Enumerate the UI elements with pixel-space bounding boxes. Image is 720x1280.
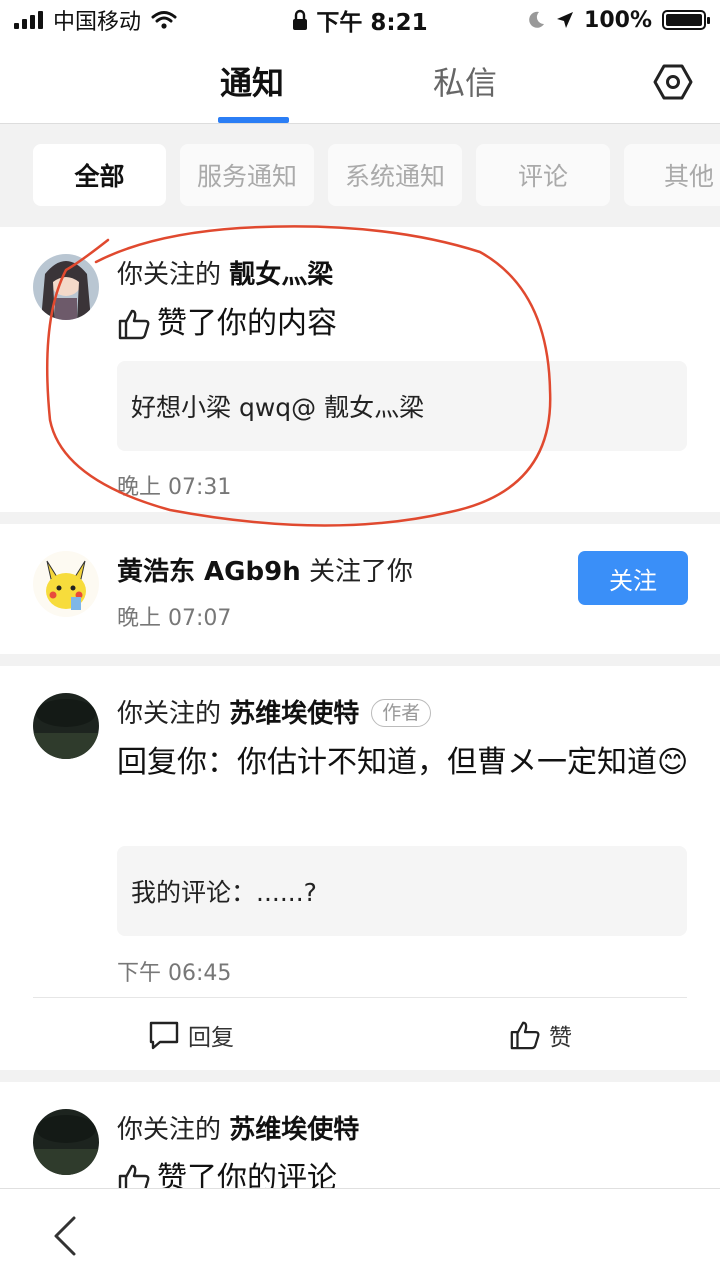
clock: 下午 8:21 [316, 10, 428, 36]
filter-chip-other[interactable]: 其他 [624, 144, 720, 206]
timestamp: 晚上 07:31 [117, 475, 232, 500]
bottom-toolbar [0, 1188, 720, 1280]
thumbs-up-icon [118, 1164, 150, 1188]
action-text: 赞了你的内容 [157, 306, 337, 341]
my-comment-quote[interactable]: 我的评论：......? [117, 846, 687, 936]
avatar[interactable] [33, 693, 99, 759]
lock-icon [293, 9, 308, 30]
smile-emoji-icon: 😊 [657, 745, 689, 780]
thumbs-up-icon [510, 1021, 540, 1050]
notification-title: 黄浩东 AGb9h 关注了你 [117, 551, 413, 588]
prefix-text: 你关注的 [117, 699, 230, 729]
like-button-label: 赞 [549, 1025, 572, 1051]
notification-title: 你关注的 靓女灬梁 [117, 254, 333, 291]
like-button[interactable]: 赞 [509, 1018, 572, 1052]
prefix-text: 你关注的 [117, 1115, 230, 1145]
avatar[interactable] [33, 254, 99, 320]
quoted-content[interactable]: 好想小梁 qwq@ 靓女灬梁 [117, 361, 687, 451]
notification-card-like-comment[interactable]: 你关注的 苏维埃使特 赞了你的评论 [0, 1082, 720, 1188]
reply-button[interactable]: 回复 [148, 1018, 234, 1052]
filter-chip-bar: 全部 服务通知 系统通知 评论 其他 [0, 124, 720, 226]
action-text: 关注了你 [300, 557, 413, 587]
prefix-text: 你关注的 [117, 260, 230, 290]
reply-button-label: 回复 [188, 1025, 234, 1051]
notification-card-reply[interactable]: 你关注的 苏维埃使特 作者 回复你：你估计不知道，但曹メ一定知道😊 我的评论：..… [0, 666, 720, 1070]
back-arrow-icon[interactable] [50, 1214, 80, 1258]
username-link[interactable]: 黄浩东 AGb9h [117, 557, 301, 587]
username-link[interactable]: 靓女灬梁 [229, 260, 333, 290]
notification-title: 你关注的 苏维埃使特 [117, 1109, 359, 1146]
notification-card-like-content[interactable]: 你关注的 靓女灬梁 赞了你的内容 好想小梁 qwq@ 靓女灬梁 晚上 07:31 [0, 227, 720, 512]
reply-message: 回复你：你估计不知道，但曹メ一定知道 [117, 745, 657, 780]
settings-hexagon-icon[interactable] [653, 62, 693, 102]
avatar[interactable] [33, 551, 99, 617]
top-header: 通知 私信 [0, 40, 720, 124]
follow-button[interactable]: 关注 [578, 551, 688, 605]
active-tab-indicator [218, 117, 289, 123]
notification-title: 你关注的 苏维埃使特 作者 [117, 693, 432, 730]
reply-text: 回复你：你估计不知道，但曹メ一定知道😊 [117, 740, 697, 786]
battery-icon [662, 10, 710, 30]
comment-icon [149, 1021, 179, 1050]
filter-chip-service[interactable]: 服务通知 [180, 144, 314, 206]
filter-chip-system[interactable]: 系统通知 [328, 144, 462, 206]
tab-notifications[interactable]: 通知 [220, 58, 284, 104]
tab-messages[interactable]: 私信 [433, 58, 497, 104]
moon-icon [529, 11, 545, 28]
username-link[interactable]: 苏维埃使特 [229, 1115, 359, 1145]
notification-action: 赞了你的内容 [117, 301, 337, 347]
avatar[interactable] [33, 1109, 99, 1175]
location-icon [557, 12, 574, 28]
timestamp: 晚上 07:07 [117, 606, 232, 631]
action-text: 赞了你的评论 [157, 1161, 337, 1188]
username-link[interactable]: 苏维埃使特 [229, 699, 359, 729]
timestamp: 下午 06:45 [117, 961, 232, 986]
notification-action: 赞了你的评论 [117, 1156, 337, 1188]
filter-chip-all[interactable]: 全部 [33, 144, 166, 206]
author-badge: 作者 [371, 699, 432, 727]
filter-chip-comments[interactable]: 评论 [476, 144, 610, 206]
battery-percent: 100% [584, 7, 652, 33]
notification-card-follow[interactable]: 黄浩东 AGb9h 关注了你 晚上 07:07 关注 [0, 524, 720, 654]
status-bar: 中国移动 下午 8:21 100% [0, 0, 720, 40]
divider [33, 997, 687, 998]
wifi-icon [151, 11, 177, 29]
signal-icon [14, 11, 43, 29]
thumbs-up-icon [118, 309, 150, 340]
carrier-label: 中国移动 [53, 10, 142, 35]
